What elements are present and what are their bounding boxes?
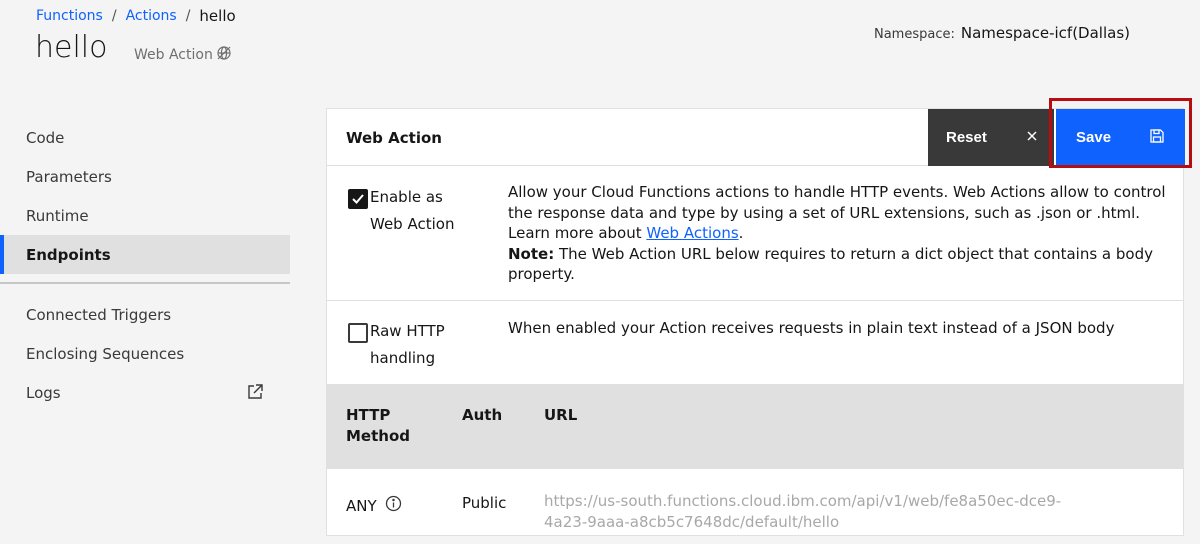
save-icon (1149, 128, 1165, 148)
close-icon (1026, 129, 1038, 146)
web-actions-doc-link[interactable]: Web Actions (646, 224, 738, 242)
note-text: The Web Action URL below requires to ret… (508, 244, 1153, 284)
namespace: Namespace: Namespace-icf(Dallas) (874, 24, 1130, 42)
sidebar-item-runtime[interactable]: Runtime (0, 196, 290, 235)
save-button[interactable]: Save (1056, 109, 1185, 166)
sidebar-item-code[interactable]: Code (0, 118, 290, 157)
namespace-value[interactable]: Namespace-icf(Dallas) (961, 24, 1130, 42)
enable-web-action-checkbox[interactable]: Enable as Web Action (348, 188, 480, 238)
web-action-globe-icon (216, 45, 232, 65)
sidebar-item-parameters[interactable]: Parameters (0, 157, 290, 196)
panel-title: Web Action (346, 129, 442, 147)
sidebar: Code Parameters Runtime Endpoints Connec… (0, 118, 290, 412)
external-link-icon[interactable] (246, 383, 264, 405)
endpoint-url[interactable]: https://us-south.functions.cloud.ibm.com… (544, 491, 1064, 533)
method-value: ANY (346, 496, 377, 515)
column-header-url: URL (544, 406, 578, 424)
sidebar-item-endpoints[interactable]: Endpoints (0, 235, 290, 274)
sidebar-item-label: Connected Triggers (26, 305, 172, 324)
note-label: Note: (508, 244, 555, 263)
sidebar-item-enclosing-sequences[interactable]: Enclosing Sequences (0, 334, 290, 373)
save-button-label: Save (1076, 129, 1112, 146)
namespace-label: Namespace: (873, 27, 955, 42)
sidebar-divider (0, 282, 290, 284)
web-action-description: Allow your Cloud Functions actions to ha… (508, 182, 1168, 285)
sidebar-item-connected-triggers[interactable]: Connected Triggers (0, 295, 290, 334)
column-header-method: HTTP Method (346, 406, 410, 445)
breadcrumb-actions-link[interactable]: Actions (126, 8, 177, 24)
raw-http-description: When enabled your Action receives reques… (508, 319, 1115, 337)
table-row: ANY Public https://us-south.functions.cl… (327, 469, 1183, 539)
sidebar-item-label: Parameters (26, 167, 112, 186)
reset-button[interactable]: Reset (928, 109, 1054, 166)
breadcrumb-separator: / (111, 8, 117, 24)
sidebar-item-label: Endpoints (26, 245, 111, 264)
raw-http-checkbox[interactable]: Raw HTTP handling (348, 322, 480, 372)
column-header-auth: Auth (462, 406, 503, 424)
panel-header: Web Action Reset Save (327, 109, 1185, 166)
breadcrumb-current: hello (199, 7, 236, 25)
sidebar-item-label: Enclosing Sequences (26, 344, 185, 363)
checkbox-unchecked-icon[interactable] (348, 323, 368, 343)
info-icon[interactable] (385, 495, 402, 516)
reset-button-label: Reset (946, 129, 987, 146)
web-action-panel: Web Action Reset Save Enable as Web Acti… (326, 108, 1185, 539)
page-title: hello (35, 30, 108, 65)
breadcrumb: Functions / Actions / hello (36, 7, 236, 25)
raw-http-label: Raw HTTP handling (370, 322, 445, 367)
web-action-desc-text: Allow your Cloud Functions actions to ha… (508, 183, 1166, 242)
web-action-desc-period: . (738, 224, 744, 242)
web-action-option-row: Enable as Web Action Allow your Cloud Fu… (327, 166, 1183, 301)
endpoints-table-header: HTTP Method Auth URL (327, 385, 1183, 469)
raw-http-option-row: Raw HTTP handling When enabled your Acti… (327, 301, 1183, 385)
checkbox-checked-icon[interactable] (348, 189, 368, 209)
sidebar-item-label: Code (26, 128, 65, 147)
method-cell: ANY (346, 495, 402, 516)
sidebar-item-label: Runtime (26, 206, 89, 225)
enable-web-action-label: Enable as Web Action (370, 188, 455, 233)
auth-cell: Public (462, 494, 507, 512)
breadcrumb-functions-link[interactable]: Functions (36, 8, 103, 24)
type-tag-label: Web Action (134, 47, 213, 63)
sidebar-item-label: Logs (26, 383, 61, 402)
sidebar-item-logs[interactable]: Logs (0, 373, 290, 412)
type-tag: Web Action (134, 45, 232, 65)
breadcrumb-separator: / (185, 8, 191, 24)
